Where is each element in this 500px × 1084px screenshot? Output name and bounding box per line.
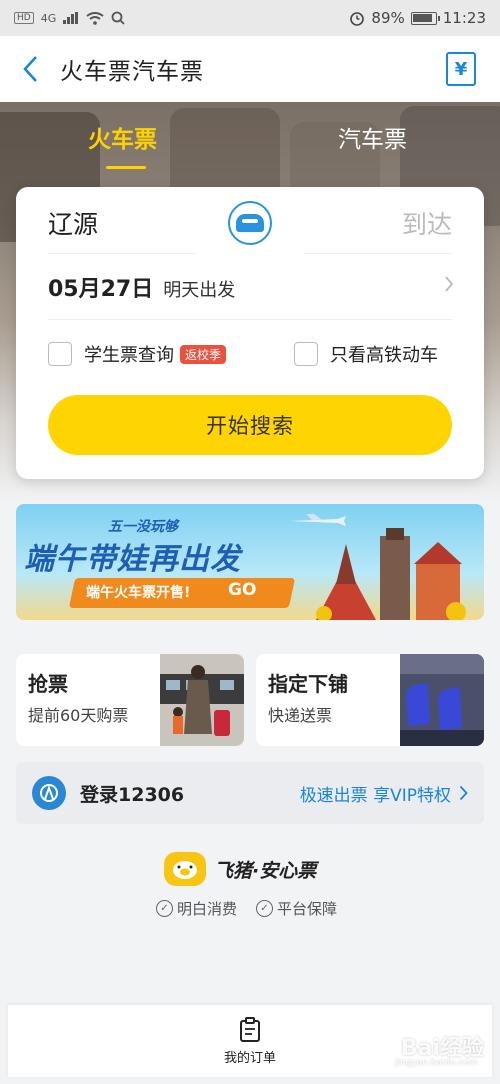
- promo-card-grab[interactable]: 抢票 提前60天购票: [16, 654, 244, 746]
- clock: 11:23: [442, 9, 486, 27]
- date-note: 明天出发: [163, 280, 236, 301]
- wifi-icon: [86, 11, 104, 25]
- divider: [48, 253, 196, 254]
- check-icon: ✓: [156, 900, 173, 917]
- from-city[interactable]: 辽源: [48, 205, 98, 241]
- swap-button[interactable]: [228, 201, 272, 245]
- high-speed-option[interactable]: 只看高铁动车: [294, 341, 438, 367]
- assurance-label: 平台保障: [277, 900, 338, 918]
- signal-icon: [63, 12, 79, 24]
- signal-indicator: 4G: [40, 11, 57, 25]
- brand-name: 飞猪·安心票: [214, 859, 317, 882]
- date-selector[interactable]: 05月27日 明天出发: [48, 271, 235, 303]
- status-bar: HD 4G 89% 11:23: [0, 0, 500, 36]
- train-icon: [236, 214, 264, 232]
- to-city[interactable]: 到达: [402, 205, 452, 241]
- promo-title: 指定下铺: [268, 672, 348, 696]
- banner-small-text: 五一没玩够: [108, 519, 178, 535]
- promo-card-lower-berth[interactable]: 指定下铺 快递送票: [256, 654, 484, 746]
- hd-indicator: HD: [14, 12, 34, 24]
- my-orders-button[interactable]: 我的订单: [223, 1016, 276, 1066]
- promo-subtitle: 快递送票: [268, 706, 333, 725]
- chevron-right-icon: [445, 276, 454, 292]
- brand-fliggy: 飞猪·安心票: [164, 852, 316, 886]
- assurance-label: 明白消费: [177, 900, 238, 918]
- nav-bar: 火车票汽车票 ¥: [0, 36, 500, 102]
- battery-icon: [410, 11, 440, 25]
- ticket-icon[interactable]: ¥: [446, 52, 476, 86]
- promo-banner[interactable]: 五一没玩够 端午带娃再出发 端午火车票开售! GO: [16, 504, 484, 620]
- search-card: 辽源 到达 05月27日 明天出发 学生票查询 返校季 只看高铁动车 开始搜索: [16, 187, 484, 479]
- status-right: 89% 11:23: [349, 9, 486, 27]
- back-button[interactable]: [0, 36, 60, 102]
- vip-link[interactable]: 极速出票 享VIP特权: [300, 781, 468, 806]
- vip-link-text: 极速出票 享VIP特权: [299, 785, 451, 806]
- alarm-icon: [350, 12, 365, 26]
- student-checkbox[interactable]: [48, 342, 72, 366]
- high-speed-label: 只看高铁动车: [330, 345, 438, 366]
- banner-headline: 端午带娃再出发: [24, 542, 241, 577]
- tab-train[interactable]: 火车票: [88, 120, 157, 154]
- orders-label: 我的订单: [223, 1050, 276, 1066]
- railway-logo-glyph: [40, 784, 58, 802]
- page-title: 火车票汽车票: [60, 59, 204, 85]
- chevron-left-icon: [23, 56, 37, 82]
- student-tag: 返校季: [180, 344, 227, 364]
- promo-subtitle: 提前60天购票: [28, 706, 129, 725]
- battery-percent: 89%: [371, 9, 405, 27]
- banner-subtitle: 端午火车票开售!: [86, 585, 191, 601]
- station-photo: [160, 654, 244, 746]
- pig-logo-icon: [164, 852, 206, 886]
- tab-bus[interactable]: 汽车票: [338, 120, 407, 154]
- date-value: 05月27日: [48, 277, 154, 302]
- tab-indicator: [106, 166, 146, 169]
- divider: [48, 319, 452, 320]
- watermark-sub: jingyan.baidu.com: [394, 1058, 478, 1068]
- search-button[interactable]: 开始搜索: [48, 395, 452, 455]
- student-label: 学生票查询: [84, 345, 174, 366]
- promo-title: 抢票: [28, 672, 68, 696]
- high-speed-checkbox[interactable]: [294, 342, 318, 366]
- clipboard-icon: [239, 1016, 260, 1042]
- ticket-icon-glyph: ¥: [454, 58, 468, 80]
- assurance-item: ✓ 平台保障: [256, 898, 337, 919]
- check-icon: ✓: [256, 900, 273, 917]
- student-ticket-option[interactable]: 学生票查询 返校季: [48, 341, 227, 367]
- railway-logo-icon: [32, 776, 66, 810]
- temple-illustration: [316, 528, 466, 620]
- pig-face: [173, 861, 197, 879]
- login-12306-bar[interactable]: 登录12306 极速出票 享VIP特权: [16, 762, 484, 824]
- divider: [304, 253, 452, 254]
- login-label: 登录12306: [80, 783, 185, 806]
- banner-go: GO: [228, 580, 257, 600]
- assurance-item: ✓ 明白消费: [156, 898, 237, 919]
- status-left: HD 4G: [14, 11, 125, 25]
- chevron-right-icon: [459, 785, 468, 801]
- search-icon: [111, 11, 125, 25]
- seat-photo: [400, 654, 484, 746]
